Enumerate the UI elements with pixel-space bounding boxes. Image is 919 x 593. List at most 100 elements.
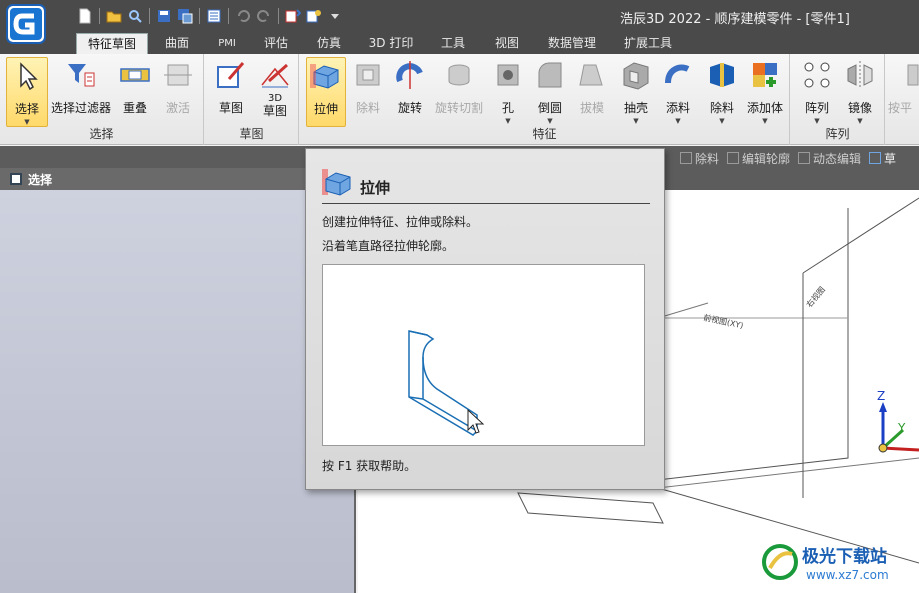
axis-z-label: Z (877, 389, 885, 403)
axis-triad: Z Y (877, 389, 919, 453)
tab-3d-print[interactable]: 3D 打印 (358, 33, 424, 54)
shell-icon (623, 62, 649, 90)
strip-edit-profile[interactable]: 编辑轮廓 (727, 150, 790, 167)
qat-separator (278, 8, 279, 24)
add-material-button[interactable]: 添料 ▼ (658, 57, 698, 127)
select-button[interactable]: 选择 ▼ (6, 57, 48, 127)
tooltip-title: 拉伸 (360, 179, 391, 197)
save-as-icon[interactable] (176, 7, 194, 25)
group-select: 选择 ▼ 选择过滤器 重叠 激活 选择 (0, 54, 204, 145)
tab-extension-tools[interactable]: 扩展工具 (612, 33, 684, 54)
window-title: 浩辰3D 2022 - 顺序建模零件 - [零件1] (620, 12, 850, 27)
flatten-icon (907, 64, 919, 86)
round-icon (538, 62, 562, 88)
tooltip-divider (322, 203, 650, 204)
qat-separator (149, 8, 150, 24)
strip-dynamic-edit[interactable]: 动态编辑 (798, 150, 861, 167)
sketch-button[interactable]: 草图 (209, 57, 253, 127)
properties-icon[interactable] (205, 7, 223, 25)
axis-y-label: Y (897, 421, 906, 435)
panel-icon (10, 173, 22, 185)
activate-button[interactable]: 激活 (158, 57, 198, 127)
hole-button[interactable]: 孔 ▼ (490, 57, 526, 127)
chevron-down-icon: ▼ (547, 117, 553, 125)
chevron-down-icon: ▼ (675, 117, 681, 125)
tab-pmi[interactable]: PMI (206, 33, 248, 54)
update-icon[interactable] (284, 7, 302, 25)
app-logo-icon[interactable] (6, 4, 46, 44)
tab-evaluate[interactable]: 评估 (252, 33, 300, 54)
funnel-filter-icon (68, 64, 95, 87)
command-bar-tools: 除料 编辑轮廓 动态编辑 草 (680, 149, 896, 167)
redo-icon[interactable] (255, 7, 273, 25)
watermark-title: 极光下载站 (802, 547, 887, 567)
sketch-3d-icon (261, 63, 289, 88)
save-icon[interactable] (155, 7, 173, 25)
title-bar: 浩辰3D 2022 - 顺序建模零件 - [零件1] (0, 0, 919, 32)
pattern-icon (804, 62, 830, 88)
strip-sketch[interactable]: 草 (869, 150, 896, 167)
tooltip-description-2: 沿着笔直路径拉伸轮廓。 (322, 239, 455, 253)
tooltip-preview (322, 264, 645, 446)
revolve-cut-icon (448, 64, 470, 86)
chevron-down-icon: ▼ (857, 117, 863, 125)
panel-title: 选择 (28, 172, 53, 187)
undo-icon[interactable] (234, 7, 252, 25)
quick-access-toolbar (76, 6, 344, 26)
flatten-button[interactable]: 按平 (888, 57, 919, 127)
plane-right-edge (802, 197, 919, 274)
watermark-url: www.xz7.com (806, 568, 889, 582)
chevron-down-icon: ▼ (633, 117, 639, 125)
tab-data-management[interactable]: 数据管理 (536, 33, 608, 54)
tab-feature-sketch[interactable]: 特征草图 (76, 33, 148, 54)
qat-separator (199, 8, 200, 24)
shell-button[interactable]: 抽壳 ▼ (616, 57, 656, 127)
group-feature: 拉伸 除料 旋转 旋转切割 孔 ▼ 倒圆 ▼ 拔模 抽壳 ▼ 添料 ▼ 除料 ▼… (300, 54, 790, 145)
watermark-logo-icon (762, 544, 798, 580)
dynamic-edit-icon (798, 152, 811, 164)
plane-small (517, 492, 664, 524)
extrude-preview-illustration (408, 330, 485, 436)
ribbon-tabs: 特征草图 曲面 PMI 评估 仿真 3D 打印 工具 视图 数据管理 扩展工具 (0, 32, 919, 54)
tooltip-description: 创建拉伸特征、拉伸或除料。 (322, 215, 479, 229)
chevron-down-icon: ▼ (719, 117, 725, 125)
search-icon[interactable] (126, 7, 144, 25)
tab-view[interactable]: 视图 (482, 33, 532, 54)
add-body-icon (753, 63, 777, 87)
extrude-button[interactable]: 拉伸 (306, 57, 346, 127)
tab-tools[interactable]: 工具 (428, 33, 478, 54)
revolve-button[interactable]: 旋转 (390, 57, 430, 127)
tab-surface[interactable]: 曲面 (152, 33, 202, 54)
select-filter-button[interactable]: 选择过滤器 (50, 57, 112, 127)
draft-button[interactable]: 拔模 (572, 57, 612, 127)
sketch-pencil-icon (217, 62, 245, 88)
round-button[interactable]: 倒圆 ▼ (530, 57, 570, 127)
tooltip-help-text: 按 F1 获取帮助。 (322, 459, 417, 473)
mirror-button[interactable]: 镜像 ▼ (839, 57, 881, 127)
tab-simulation[interactable]: 仿真 (304, 33, 354, 54)
chevron-down-icon: ▼ (814, 117, 820, 125)
group-sketch: 草图 3D 草图 草图 (205, 54, 299, 145)
panel-header: 选择 (0, 168, 356, 190)
sketch-3d-button[interactable]: 3D 草图 (255, 57, 295, 127)
open-folder-icon[interactable] (105, 7, 123, 25)
rebuild-icon[interactable] (305, 7, 323, 25)
cut-small-icon (680, 152, 692, 164)
add-body-button[interactable]: 添加体 ▼ (744, 57, 786, 127)
customize-dropdown-icon[interactable] (326, 7, 344, 25)
cut-button[interactable]: 除料 (348, 57, 388, 127)
group-label-sketch: 草图 (239, 127, 264, 141)
chevron-down-icon: ▼ (505, 117, 511, 125)
new-file-icon[interactable] (76, 7, 94, 25)
revolve-icon (396, 61, 423, 89)
chevron-down-icon: ▼ (762, 117, 768, 125)
overlap-button[interactable]: 重叠 (114, 57, 156, 127)
remove-material-button[interactable]: 除料 ▼ (702, 57, 742, 127)
group-label-select: 选择 (89, 127, 114, 141)
hole-icon (497, 64, 519, 86)
pattern-button[interactable]: 阵列 ▼ (797, 57, 837, 127)
revolve-cut-button[interactable]: 旋转切割 (432, 57, 486, 127)
plane-side-label: 右视图 (804, 284, 827, 309)
mirror-icon (847, 61, 873, 89)
strip-cut[interactable]: 除料 (680, 150, 719, 167)
